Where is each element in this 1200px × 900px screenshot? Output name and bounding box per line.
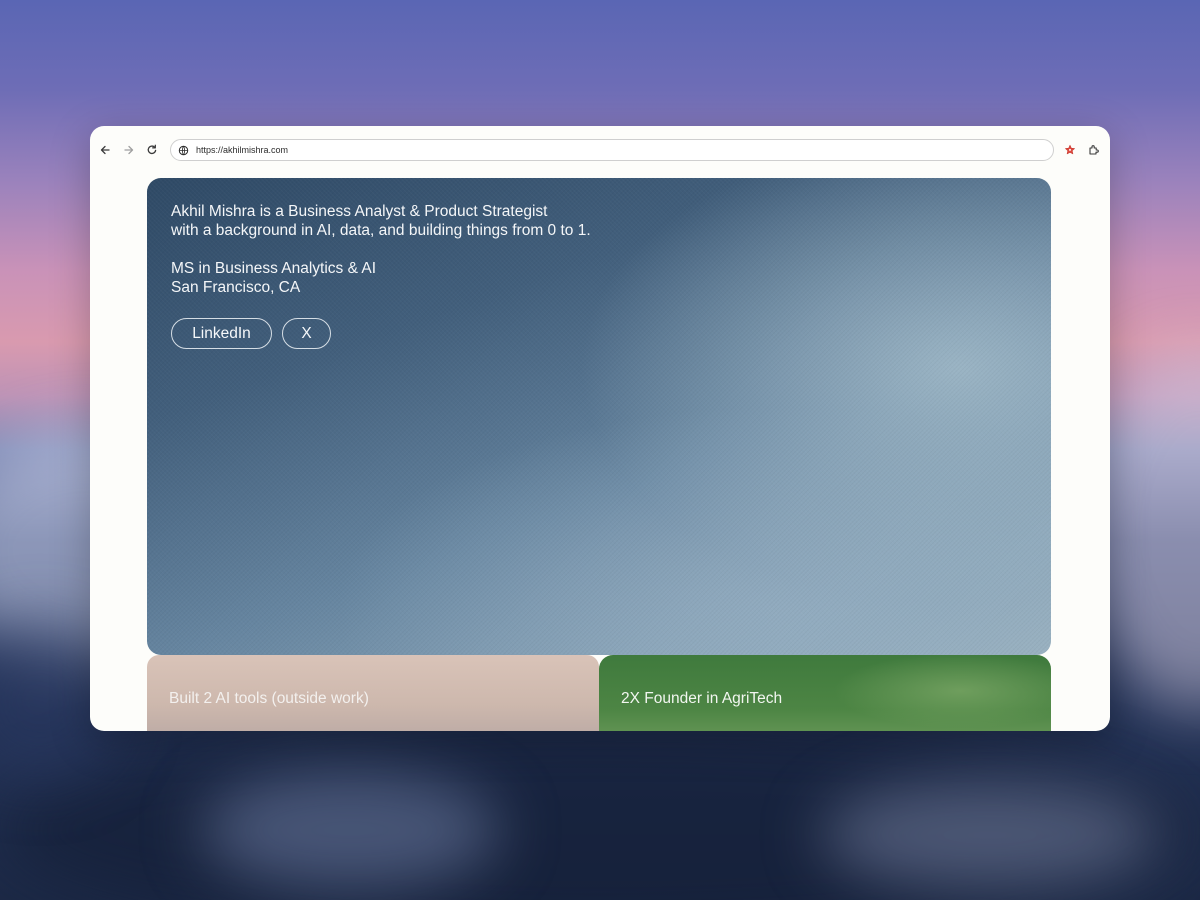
bio-text: Akhil Mishra is a Business Analyst & Pro… bbox=[171, 202, 591, 297]
site-info-icon[interactable] bbox=[177, 144, 189, 156]
hero-section: Akhil Mishra is a Business Analyst & Pro… bbox=[147, 178, 1051, 655]
location-text: San Francisco, CA bbox=[171, 279, 301, 296]
bio-line-1: Akhil Mishra is a Business Analyst & Pro… bbox=[171, 203, 548, 220]
extensions-icon[interactable] bbox=[1086, 142, 1102, 158]
agritech-card-label: 2X Founder in AgriTech bbox=[621, 690, 783, 707]
arrow-left-icon[interactable] bbox=[96, 141, 114, 159]
reload-icon[interactable] bbox=[143, 141, 161, 159]
address-bar[interactable]: https://akhilmishra.com bbox=[170, 139, 1054, 161]
ai-tools-card[interactable]: Built 2 AI tools (outside work) bbox=[147, 655, 599, 731]
browser-window: https://akhilmishra.com Akhil Mishra is … bbox=[90, 126, 1110, 731]
url-text[interactable]: https://akhilmishra.com bbox=[196, 145, 288, 155]
ai-tools-card-label: Built 2 AI tools (outside work) bbox=[169, 690, 369, 707]
bookmark-star-icon[interactable] bbox=[1062, 142, 1078, 158]
x-link-button[interactable]: X bbox=[282, 318, 331, 349]
linkedin-link-button[interactable]: LinkedIn bbox=[171, 318, 272, 349]
social-links: LinkedIn X bbox=[171, 318, 331, 349]
arrow-right-icon[interactable] bbox=[120, 141, 138, 159]
bio-line-2: with a background in AI, data, and build… bbox=[171, 222, 591, 239]
browser-toolbar: https://akhilmishra.com bbox=[90, 126, 1110, 174]
agritech-card[interactable]: 2X Founder in AgriTech bbox=[599, 655, 1051, 731]
degree-text: MS in Business Analytics & AI bbox=[171, 260, 377, 277]
